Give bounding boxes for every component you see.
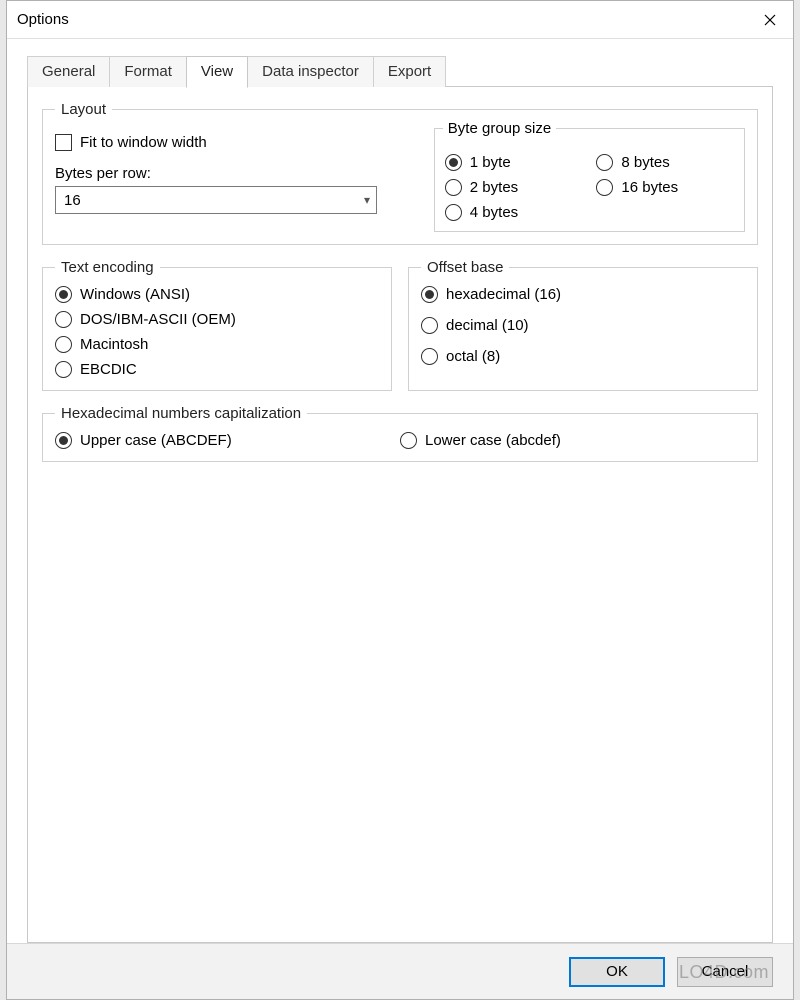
radio-2-bytes[interactable]: 2 bytes [445, 179, 583, 196]
options-dialog: Options General Format View Data inspect… [6, 0, 794, 1000]
radio-icon [55, 432, 72, 449]
cancel-button[interactable]: Cancel [677, 957, 773, 987]
radio-macintosh[interactable]: Macintosh [55, 336, 379, 353]
radio-16-bytes[interactable]: 16 bytes [596, 179, 734, 196]
checkbox-fit-window-label: Fit to window width [80, 134, 207, 151]
dialog-content: General Format View Data inspector Expor… [7, 39, 793, 943]
radio-octal[interactable]: octal (8) [421, 348, 745, 365]
radio-decimal[interactable]: decimal (10) [421, 317, 745, 334]
offset-base-legend: Offset base [421, 259, 509, 276]
group-byte-group-size: Byte group size 1 byte 8 bytes 2 bytes 1… [434, 128, 745, 232]
radio-icon [55, 286, 72, 303]
titlebar: Options [7, 1, 793, 39]
group-hex-caps: Hexadecimal numbers capitalization Upper… [42, 405, 758, 462]
radio-icon [55, 311, 72, 328]
radio-icon [400, 432, 417, 449]
radio-icon [596, 154, 613, 171]
radio-icon [445, 154, 462, 171]
radio-icon [445, 179, 462, 196]
radio-8-bytes[interactable]: 8 bytes [596, 154, 734, 171]
group-text-encoding: Text encoding Windows (ANSI) DOS/IBM-ASC… [42, 259, 392, 391]
radio-upper-case[interactable]: Upper case (ABCDEF) [55, 432, 400, 449]
radio-icon [55, 361, 72, 378]
radio-icon [421, 348, 438, 365]
radio-1-byte[interactable]: 1 byte [445, 154, 583, 171]
radio-icon [55, 336, 72, 353]
checkbox-box-icon [55, 134, 72, 151]
tab-general[interactable]: General [27, 56, 110, 87]
byte-group-legend: Byte group size [443, 120, 556, 137]
tab-view[interactable]: View [186, 56, 248, 88]
tab-data-inspector[interactable]: Data inspector [247, 56, 374, 87]
radio-icon [445, 204, 462, 221]
radio-windows-ansi[interactable]: Windows (ANSI) [55, 286, 379, 303]
text-encoding-legend: Text encoding [55, 259, 160, 276]
radio-icon [421, 317, 438, 334]
radio-4-bytes[interactable]: 4 bytes [445, 204, 583, 221]
hex-caps-legend: Hexadecimal numbers capitalization [55, 405, 307, 422]
radio-icon [596, 179, 613, 196]
group-layout: Layout Fit to window width Bytes per row… [42, 101, 758, 245]
radio-hexadecimal[interactable]: hexadecimal (16) [421, 286, 745, 303]
window-title: Options [17, 11, 69, 28]
button-bar: OK Cancel [7, 943, 793, 999]
chevron-down-icon: ▾ [364, 193, 370, 207]
checkbox-fit-window[interactable]: Fit to window width [55, 134, 414, 151]
radio-dos-oem[interactable]: DOS/IBM-ASCII (OEM) [55, 311, 379, 328]
tab-format[interactable]: Format [109, 56, 187, 87]
ok-button[interactable]: OK [569, 957, 665, 987]
tab-export[interactable]: Export [373, 56, 446, 87]
close-button[interactable] [747, 1, 793, 38]
tab-strip: General Format View Data inspector Expor… [27, 55, 773, 87]
group-layout-legend: Layout [55, 101, 112, 118]
radio-icon [421, 286, 438, 303]
bytes-per-row-value: 16 [64, 192, 81, 209]
bytes-per-row-label: Bytes per row: [55, 165, 414, 182]
group-offset-base: Offset base hexadecimal (16) decimal (10… [408, 259, 758, 391]
radio-ebcdic[interactable]: EBCDIC [55, 361, 379, 378]
radio-lower-case[interactable]: Lower case (abcdef) [400, 432, 745, 449]
close-icon [764, 14, 776, 26]
tab-panel-view: Layout Fit to window width Bytes per row… [27, 86, 773, 943]
bytes-per-row-combo[interactable]: 16 ▾ [55, 186, 377, 214]
